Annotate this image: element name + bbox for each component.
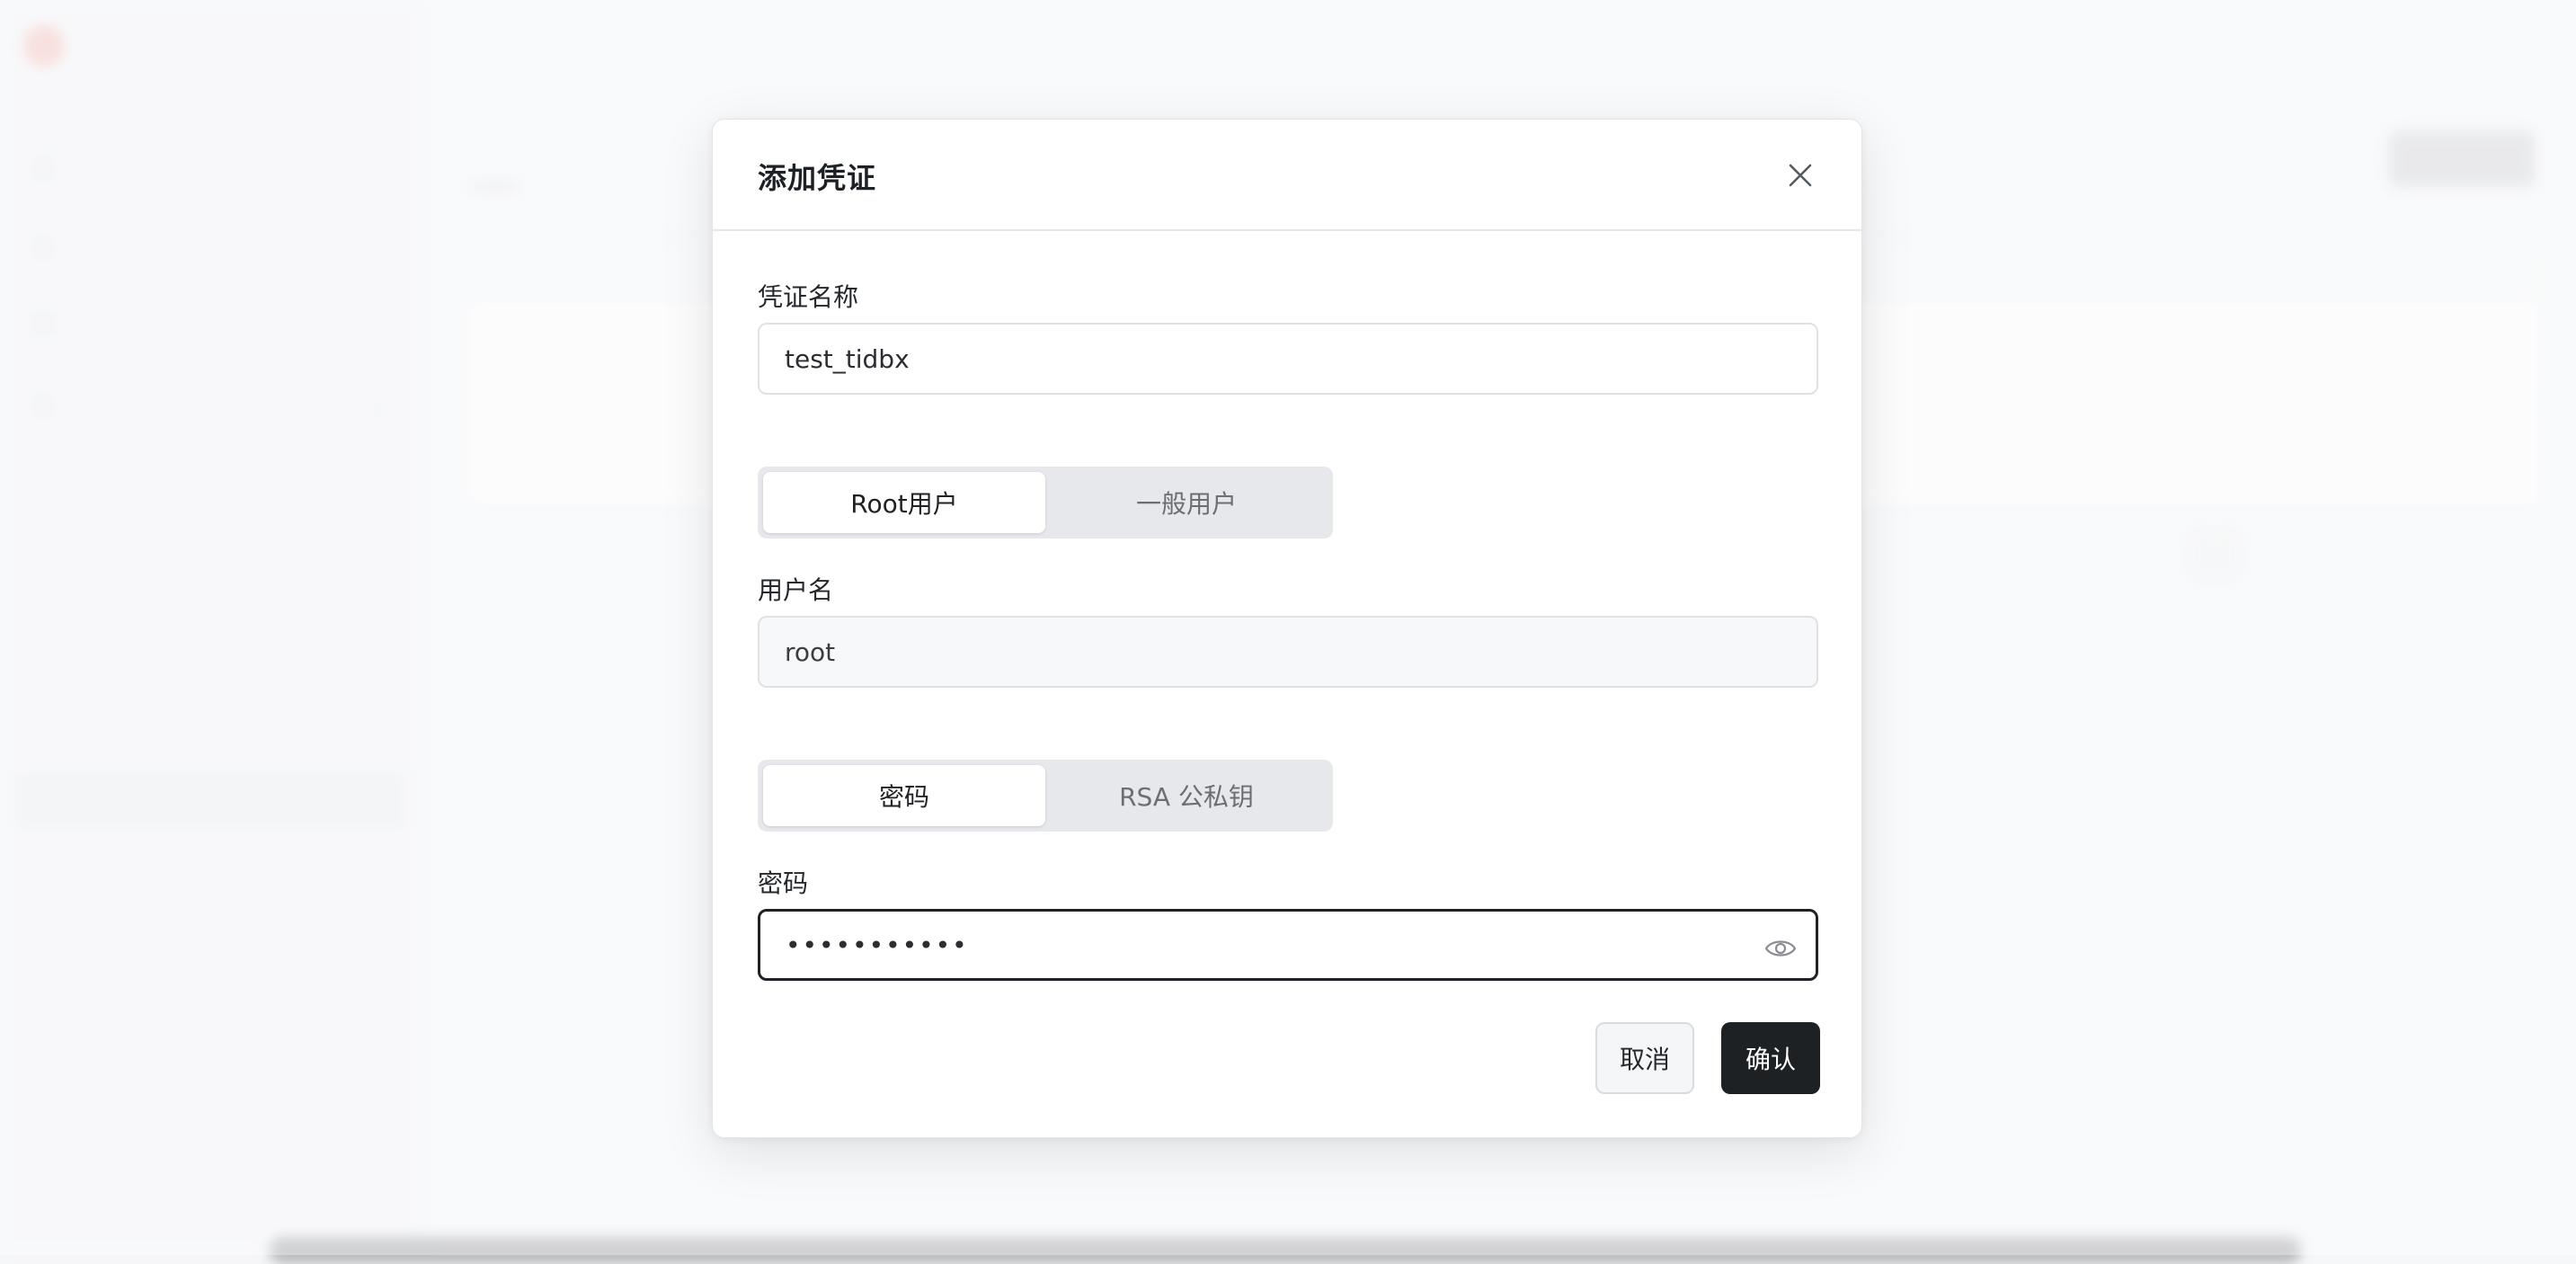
credential-name-label: 凭证名称: [758, 282, 859, 312]
password-input[interactable]: [758, 909, 1818, 981]
dialog-header: 添加凭证: [713, 120, 1861, 231]
root-user-option[interactable]: Root用户: [763, 472, 1045, 533]
confirm-button[interactable]: 确认: [1721, 1022, 1820, 1094]
eye-icon: [1764, 940, 1797, 957]
username-label: 用户名: [758, 575, 834, 605]
user-type-toggle: Root用户 一般用户: [758, 467, 1333, 539]
close-icon: [1789, 164, 1812, 187]
password-label: 密码: [758, 868, 809, 898]
rsa-key-option[interactable]: RSA 公私钥: [1045, 765, 1328, 826]
normal-user-option[interactable]: 一般用户: [1045, 472, 1328, 533]
password-option[interactable]: 密码: [763, 765, 1045, 826]
username-input[interactable]: [758, 616, 1818, 688]
add-credential-dialog: 添加凭证 凭证名称 Root用户 一般用户 用户名 密码 RSA 公私钥 密码 …: [712, 119, 1862, 1138]
credential-name-input[interactable]: [758, 323, 1818, 395]
dialog-title: 添加凭证: [758, 161, 877, 195]
cancel-button[interactable]: 取消: [1595, 1022, 1694, 1094]
toggle-password-visibility[interactable]: [1761, 929, 1800, 968]
auth-type-toggle: 密码 RSA 公私钥: [758, 760, 1333, 832]
close-button[interactable]: [1782, 157, 1818, 193]
